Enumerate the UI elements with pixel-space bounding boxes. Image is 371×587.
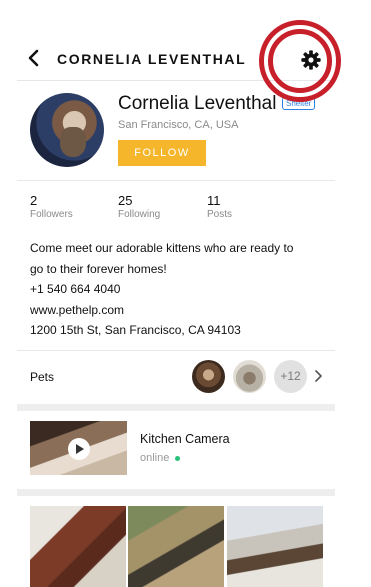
follow-button[interactable]: FOLLOW <box>118 140 206 166</box>
divider <box>17 180 335 181</box>
bio-phone[interactable]: +1 540 664 4040 <box>30 279 325 300</box>
stat-label: Following <box>118 209 161 220</box>
stat-value: 2 <box>30 193 38 208</box>
bio-website[interactable]: www.pethelp.com <box>30 300 325 321</box>
stat-value: 25 <box>118 193 133 208</box>
stat-label: Posts <box>207 209 233 220</box>
pets-more-count[interactable]: +12 <box>274 360 307 393</box>
profile-name: Cornelia Leventhal <box>118 93 277 114</box>
photo-thumbnail[interactable] <box>227 506 323 587</box>
section-separator <box>17 404 335 411</box>
stat-label: Followers <box>30 209 73 220</box>
back-button[interactable] <box>23 47 45 69</box>
bio-address[interactable]: 1200 15th St, San Francisco, CA 94103 <box>30 320 325 341</box>
pets-label: Pets <box>30 370 55 384</box>
annotation-circle <box>268 29 332 93</box>
pet-avatar[interactable] <box>192 360 225 393</box>
section-separator <box>17 489 335 496</box>
camera-thumbnail[interactable] <box>30 421 127 475</box>
camera-status: online <box>140 452 181 464</box>
avatar[interactable] <box>30 93 104 167</box>
photo-thumbnail[interactable] <box>128 506 224 587</box>
camera-row[interactable]: Kitchen Camera online <box>17 416 335 482</box>
bio-text-line: go to their forever homes! <box>30 261 167 276</box>
online-indicator <box>175 455 181 461</box>
chevron-right-icon <box>315 370 322 382</box>
stat-following[interactable]: 25 Following <box>118 193 160 221</box>
play-icon <box>68 438 90 460</box>
bio: Come meet our adorable kittens who are r… <box>30 238 325 341</box>
pets-row[interactable]: Pets +12 <box>17 351 335 403</box>
profile-location: San Francisco, CA, USA <box>118 119 239 131</box>
camera-status-text: online <box>140 452 170 464</box>
photo-thumbnail[interactable] <box>30 506 126 587</box>
stat-value: 11 <box>207 193 221 208</box>
stat-followers[interactable]: 2 Followers <box>30 193 73 221</box>
bio-text-line: Come meet our adorable kittens who are r… <box>30 241 294 255</box>
camera-name: Kitchen Camera <box>140 432 230 446</box>
chevron-left-icon <box>28 49 39 67</box>
stat-posts[interactable]: 11 Posts <box>207 193 232 221</box>
pet-avatar[interactable] <box>233 360 266 393</box>
